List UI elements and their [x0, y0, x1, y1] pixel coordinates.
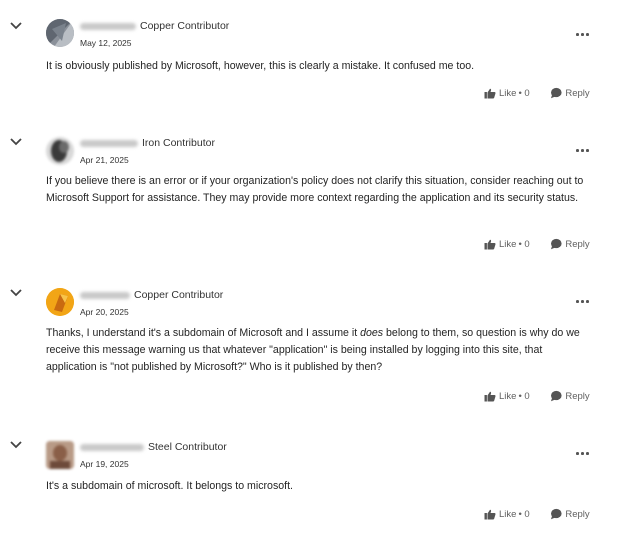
- reply-bubble-icon: [551, 238, 562, 250]
- thumbs-up-icon: [484, 509, 496, 520]
- more-options-icon[interactable]: [576, 298, 590, 304]
- reply-label: Reply: [565, 390, 590, 402]
- comment-body: It's a subdomain of microsoft. It belong…: [46, 480, 293, 492]
- author-rank[interactable]: Copper Contributor: [134, 289, 223, 301]
- reply-bubble-icon: [551, 390, 562, 402]
- like-button[interactable]: Like • 0: [484, 391, 530, 402]
- comment-actions: Like • 0 Reply: [484, 87, 590, 102]
- like-label: Like: [499, 88, 517, 99]
- chevron-down-icon[interactable]: [9, 21, 23, 31]
- like-count: • 0: [518, 88, 530, 99]
- reply-bubble-icon: [551, 508, 562, 520]
- chevron-down-icon[interactable]: [9, 440, 23, 450]
- avatar[interactable]: [46, 441, 74, 469]
- reply-button[interactable]: Reply: [550, 508, 590, 520]
- comment-date: May 12, 2025: [80, 38, 132, 48]
- like-label: Like: [499, 239, 517, 250]
- reply-bubble-icon: [551, 87, 562, 99]
- reply-button[interactable]: Reply: [550, 390, 590, 402]
- comment-actions: Like • 0 Reply: [484, 508, 590, 523]
- avatar[interactable]: [46, 19, 74, 47]
- like-label: Like: [499, 391, 517, 402]
- author-line: Iron Contributor: [80, 137, 215, 149]
- body-emphasis: does: [360, 327, 384, 339]
- reply-label: Reply: [565, 508, 590, 520]
- more-options-icon[interactable]: [576, 450, 590, 456]
- chevron-down-icon[interactable]: [9, 137, 23, 147]
- comment-date: Apr 19, 2025: [80, 459, 129, 469]
- author-rank[interactable]: Iron Contributor: [142, 137, 215, 149]
- reply-button[interactable]: Reply: [550, 87, 590, 99]
- like-label: Like: [499, 509, 517, 520]
- author-rank[interactable]: Copper Contributor: [140, 20, 229, 32]
- author-name-blurred[interactable]: [80, 22, 136, 30]
- like-count: • 0: [518, 391, 530, 402]
- like-button[interactable]: Like • 0: [484, 239, 530, 250]
- thumbs-up-icon: [484, 88, 496, 99]
- more-options-icon[interactable]: [576, 147, 590, 153]
- comment-thread: Copper Contributor May 12, 2025 It is ob…: [0, 0, 624, 540]
- comment-date: Apr 21, 2025: [80, 155, 129, 165]
- like-count: • 0: [518, 239, 530, 250]
- more-options-icon[interactable]: [576, 31, 590, 37]
- comment-body: It is obviously published by Microsoft, …: [46, 60, 475, 72]
- author-name-blurred[interactable]: [80, 443, 144, 451]
- author-line: Copper Contributor: [80, 20, 229, 32]
- body-text: Thanks, I understand it's a subdomain of…: [46, 327, 361, 339]
- author-line: Steel Contributor: [80, 441, 227, 453]
- comment-actions: Like • 0 Reply: [484, 238, 590, 253]
- author-name-blurred[interactable]: [80, 291, 130, 299]
- comment-date: Apr 20, 2025: [80, 307, 129, 317]
- avatar[interactable]: [46, 137, 74, 165]
- like-button[interactable]: Like • 0: [484, 509, 530, 520]
- like-button[interactable]: Like • 0: [484, 88, 530, 99]
- author-rank[interactable]: Steel Contributor: [148, 441, 227, 453]
- author-name-blurred[interactable]: [80, 139, 138, 147]
- avatar[interactable]: [46, 288, 74, 316]
- comment-actions: Like • 0 Reply: [484, 390, 590, 405]
- author-line: Copper Contributor: [80, 289, 223, 301]
- reply-label: Reply: [565, 238, 590, 250]
- thumbs-up-icon: [484, 391, 496, 402]
- like-count: • 0: [518, 509, 530, 520]
- reply-button[interactable]: Reply: [550, 238, 590, 250]
- comment-body: If you believe there is an error or if y…: [46, 175, 584, 204]
- thumbs-up-icon: [484, 239, 496, 250]
- comment-body: Thanks, I understand it's a subdomain of…: [46, 325, 594, 376]
- chevron-down-icon[interactable]: [9, 288, 23, 298]
- reply-label: Reply: [565, 87, 590, 99]
